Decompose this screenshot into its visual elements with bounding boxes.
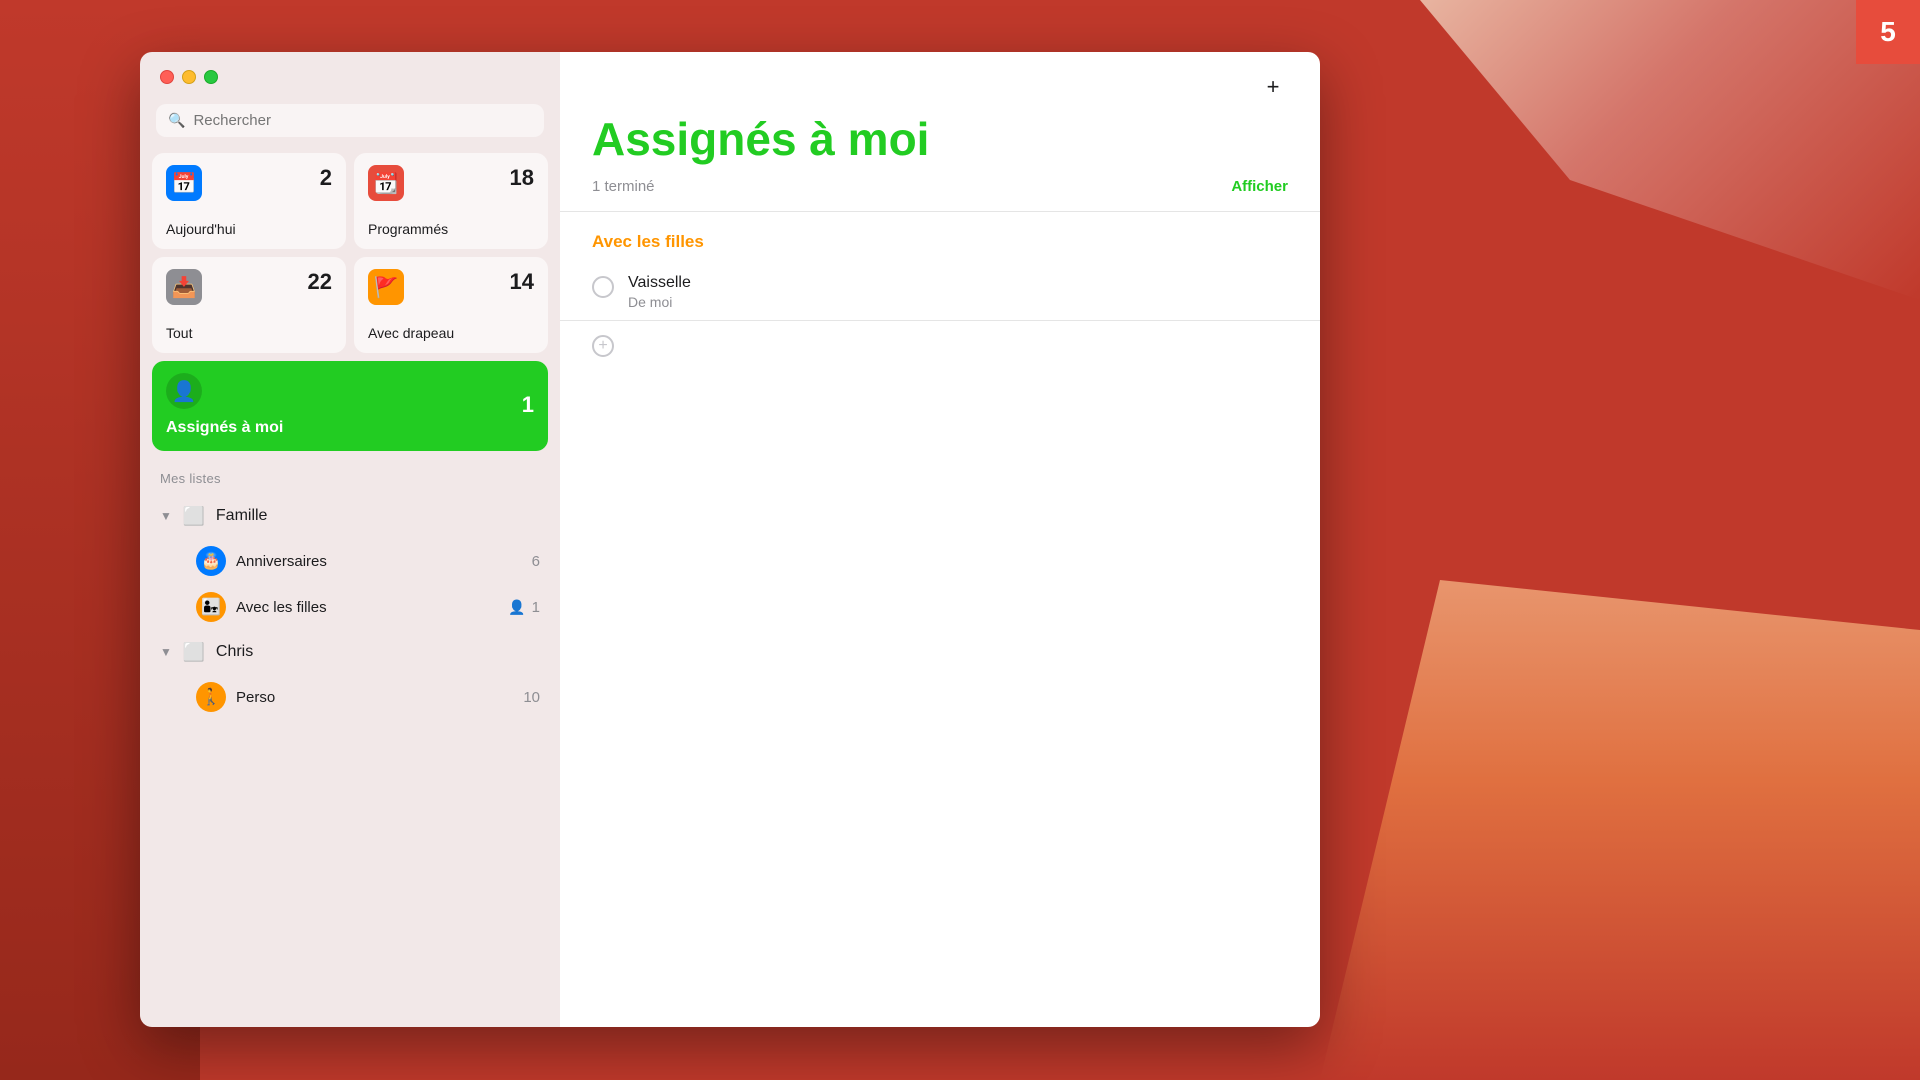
- smart-card-all[interactable]: 📥 22 Tout: [152, 257, 346, 353]
- chris-folder-icon: ⬜: [180, 638, 208, 666]
- search-icon: 🔍: [168, 112, 185, 129]
- afficher-button[interactable]: Afficher: [1231, 178, 1288, 195]
- today-label: Aujourd'hui: [166, 221, 332, 237]
- avec-les-filles-right: 👤 1: [508, 599, 540, 616]
- add-task-plus-icon[interactable]: +: [592, 335, 614, 357]
- task-name-vaisselle: Vaisselle: [628, 274, 691, 292]
- famille-chevron: ▼: [160, 509, 172, 523]
- famille-group-header[interactable]: ▼ ⬜ Famille: [152, 494, 548, 538]
- scheduled-label: Programmés: [368, 221, 534, 237]
- task-text-vaisselle: Vaisselle De moi: [628, 274, 691, 310]
- add-task-row[interactable]: +: [560, 321, 1320, 371]
- all-icon: 📥: [166, 269, 202, 305]
- minimize-button[interactable]: [182, 70, 196, 84]
- anniversaires-right: 6: [532, 553, 540, 570]
- completed-row: 1 terminé Afficher: [560, 174, 1320, 212]
- scheduled-count: 18: [510, 165, 534, 191]
- perso-name: Perso: [236, 689, 513, 706]
- close-button[interactable]: [160, 70, 174, 84]
- all-count: 22: [308, 269, 332, 295]
- chris-group-header[interactable]: ▼ ⬜ Chris: [152, 630, 548, 674]
- smart-card-today[interactable]: 📅 2 Aujourd'hui: [152, 153, 346, 249]
- task-item-vaisselle: Vaisselle De moi: [560, 264, 1320, 321]
- avec-les-filles-name: Avec les filles: [236, 599, 498, 616]
- chris-group: ▼ ⬜ Chris 🚶 Perso 10: [140, 630, 560, 720]
- all-label: Tout: [166, 325, 332, 341]
- flagged-icon: 🚩: [368, 269, 404, 305]
- scheduled-icon: 📆: [368, 165, 404, 201]
- avec-les-filles-icon: 👨‍👧: [196, 592, 226, 622]
- avec-les-filles-count: 1: [532, 599, 540, 616]
- anniversaires-count: 6: [532, 553, 540, 570]
- avec-les-filles-shared-icon: 👤: [508, 599, 525, 616]
- main-content: + Assignés à moi 1 terminé Afficher Avec…: [560, 52, 1320, 1027]
- task-checkbox-vaisselle[interactable]: [592, 276, 614, 298]
- flagged-count: 14: [510, 269, 534, 295]
- smart-card-flagged[interactable]: 🚩 14 Avec drapeau: [354, 257, 548, 353]
- my-lists-header: Mes listes: [140, 467, 560, 494]
- perso-right: 10: [523, 689, 540, 706]
- search-input[interactable]: [193, 112, 532, 129]
- task-group-header: Avec les filles: [560, 212, 1320, 264]
- famille-group-name: Famille: [216, 507, 540, 525]
- search-bar[interactable]: 🔍: [156, 104, 544, 137]
- task-subtitle-vaisselle: De moi: [628, 294, 691, 310]
- flagged-label: Avec drapeau: [368, 325, 534, 341]
- assigned-card[interactable]: 👤 Assignés à moi 1: [152, 361, 548, 451]
- anniversaires-icon: 🎂: [196, 546, 226, 576]
- list-item-perso[interactable]: 🚶 Perso 10: [152, 674, 548, 720]
- page-title: Assignés à moi: [560, 112, 1320, 166]
- notification-badge: 5: [1856, 0, 1920, 64]
- sidebar: 🔍 📅 2 Aujourd'hui 📆 18 Programmés: [140, 52, 560, 1027]
- smart-card-scheduled[interactable]: 📆 18 Programmés: [354, 153, 548, 249]
- today-count: 2: [320, 165, 332, 191]
- main-header: +: [560, 52, 1320, 112]
- anniversaires-name: Anniversaires: [236, 553, 522, 570]
- completed-text: 1 terminé: [592, 178, 655, 195]
- chris-group-name: Chris: [216, 643, 540, 661]
- app-window: 🔍 📅 2 Aujourd'hui 📆 18 Programmés: [140, 52, 1320, 1027]
- titlebar: [140, 52, 560, 96]
- add-task-button[interactable]: +: [1258, 72, 1288, 102]
- smart-lists-grid: 📅 2 Aujourd'hui 📆 18 Programmés 📥 22: [140, 153, 560, 353]
- list-item-avec-les-filles[interactable]: 👨‍👧 Avec les filles 👤 1: [152, 584, 548, 630]
- badge-count: 5: [1880, 16, 1896, 48]
- assigned-label: Assignés à moi: [166, 419, 283, 437]
- assigned-left: 👤 Assignés à moi: [166, 373, 283, 437]
- perso-icon: 🚶: [196, 682, 226, 712]
- maximize-button[interactable]: [204, 70, 218, 84]
- famille-group: ▼ ⬜ Famille 🎂 Anniversaires 6 👨‍👧 Avec l…: [140, 494, 560, 630]
- list-item-anniversaires[interactable]: 🎂 Anniversaires 6: [152, 538, 548, 584]
- chris-chevron: ▼: [160, 645, 172, 659]
- perso-count: 10: [523, 689, 540, 706]
- assigned-icon: 👤: [166, 373, 202, 409]
- famille-folder-icon: ⬜: [180, 502, 208, 530]
- today-icon: 📅: [166, 165, 202, 201]
- assigned-count: 1: [522, 392, 534, 418]
- plus-icon: +: [1267, 74, 1280, 100]
